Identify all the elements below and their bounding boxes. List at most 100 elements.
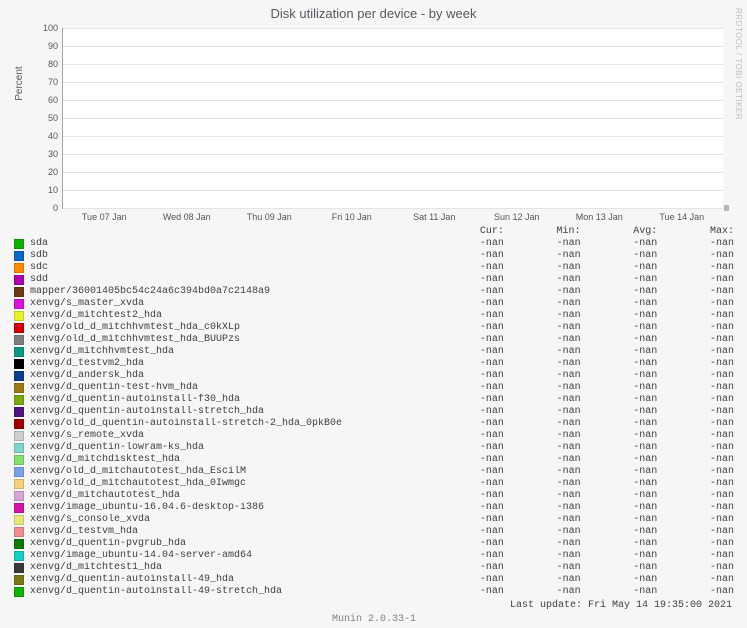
- legend-label: xenvg/d_quentin-test-hvm_hda: [30, 382, 427, 394]
- legend-cur: -nan: [427, 466, 504, 478]
- legend-row: xenvg/d_quentin-autoinstall-49_hda -nan-n…: [14, 574, 734, 586]
- legend-max: -nan: [657, 430, 734, 442]
- legend-label: xenvg/d_mitchtest2_hda: [30, 310, 427, 322]
- gridline: [63, 172, 723, 173]
- legend-min: -nan: [504, 550, 581, 562]
- legend-min: -nan: [504, 310, 581, 322]
- legend-min: -nan: [504, 346, 581, 358]
- legend-swatch: [14, 539, 24, 549]
- legend-avg: -nan: [581, 394, 658, 406]
- legend-cur: -nan: [427, 250, 504, 262]
- plot-area: 0102030405060708090100Tue 07 JanWed 08 J…: [62, 28, 722, 208]
- legend-avg: -nan: [581, 490, 658, 502]
- legend-cur: -nan: [427, 454, 504, 466]
- legend-cur: -nan: [427, 334, 504, 346]
- legend-avg: -nan: [581, 454, 658, 466]
- legend-avg: -nan: [581, 538, 658, 550]
- y-tick: 10: [48, 185, 58, 195]
- legend-avg: -nan: [581, 286, 658, 298]
- legend-avg: -nan: [581, 586, 658, 598]
- legend-label: xenvg/d_testvm_hda: [30, 526, 427, 538]
- legend-label: xenvg/s_console_xvda: [30, 514, 427, 526]
- legend-label: mapper/36001405bc54c24a6c394bd0a7c2148a9: [30, 286, 427, 298]
- legend-row: xenvg/s_master_xvda-nan-nan-nan-nan: [14, 298, 734, 310]
- legend-row: xenvg/d_andersk_hda-nan-nan-nan-nan: [14, 370, 734, 382]
- legend-min: -nan: [504, 334, 581, 346]
- legend-swatch: [14, 551, 24, 561]
- gridline: [63, 46, 723, 47]
- legend-cur: -nan: [427, 286, 504, 298]
- legend-swatch: [14, 527, 24, 537]
- legend-max: -nan: [657, 382, 734, 394]
- legend-cur: -nan: [427, 358, 504, 370]
- legend-label: xenvg/d_quentin-autoinstall-49-stretch_h…: [30, 586, 427, 598]
- legend-swatch: [14, 383, 24, 393]
- legend-min: -nan: [504, 262, 581, 274]
- legend-row: xenvg/d_mitchtest1_hda-nan-nan-nan-nan: [14, 562, 734, 574]
- legend-label: xenvg/old_d_quentin-autoinstall-stretch-…: [30, 418, 427, 430]
- x-tick: Sat 11 Jan: [413, 212, 455, 222]
- plot-caret: [724, 205, 729, 211]
- y-tick: 70: [48, 77, 58, 87]
- legend-row: xenvg/old_d_mitchhvmtest_hda_c0kXLp-nan-…: [14, 322, 734, 334]
- legend-min: -nan: [504, 478, 581, 490]
- legend-row: xenvg/old_d_mitchautotest_hda_EscilM-nan…: [14, 466, 734, 478]
- legend-max: -nan: [657, 478, 734, 490]
- legend-row: xenvg/s_console_xvda-nan-nan-nan-nan: [14, 514, 734, 526]
- legend-header: Cur: Min: Avg: Max:: [14, 226, 734, 238]
- legend-max: -nan: [657, 406, 734, 418]
- legend-avg: -nan: [581, 478, 658, 490]
- legend-cur: -nan: [427, 550, 504, 562]
- legend-swatch: [14, 335, 24, 345]
- legend-min: -nan: [504, 454, 581, 466]
- legend-cur: -nan: [427, 370, 504, 382]
- legend-avg: -nan: [581, 514, 658, 526]
- legend-cur: -nan: [427, 418, 504, 430]
- legend-swatch: [14, 395, 24, 405]
- y-tick: 30: [48, 149, 58, 159]
- legend-row: xenvg/old_d_mitchautotest_hda_0Iwmgc-nan…: [14, 478, 734, 490]
- legend-swatch: [14, 431, 24, 441]
- legend-avg: -nan: [581, 430, 658, 442]
- x-tick: Mon 13 Jan: [576, 212, 623, 222]
- legend-label: xenvg/d_quentin-autoinstall-49_hda: [30, 574, 427, 586]
- y-tick: 80: [48, 59, 58, 69]
- legend-label: xenvg/old_d_mitchautotest_hda_EscilM: [30, 466, 427, 478]
- legend-swatch: [14, 347, 24, 357]
- col-min: Min:: [504, 226, 581, 238]
- legend-row: xenvg/d_quentin-autoinstall-f30_hda-nan-…: [14, 394, 734, 406]
- legend-row: xenvg/d_quentin-lowram-ks_hda-nan-nan-na…: [14, 442, 734, 454]
- chart-title: Disk utilization per device - by week: [0, 0, 747, 25]
- legend-avg: -nan: [581, 562, 658, 574]
- col-cur: Cur:: [427, 226, 504, 238]
- legend-avg: -nan: [581, 574, 658, 586]
- legend-max: -nan: [657, 394, 734, 406]
- legend-min: -nan: [504, 298, 581, 310]
- legend-cur: -nan: [427, 526, 504, 538]
- legend-cur: -nan: [427, 274, 504, 286]
- legend-min: -nan: [504, 406, 581, 418]
- legend-label: xenvg/d_mitchhvmtest_hda: [30, 346, 427, 358]
- legend-row: sda-nan-nan-nan-nan: [14, 238, 734, 250]
- legend-avg: -nan: [581, 346, 658, 358]
- legend-label: sdb: [30, 250, 427, 262]
- y-axis-label: Percent: [14, 66, 25, 100]
- legend-swatch: [14, 299, 24, 309]
- y-tick: 100: [43, 23, 58, 33]
- legend-row: xenvg/d_quentin-autoinstall-stretch_hda-…: [14, 406, 734, 418]
- legend-row: xenvg/s_remote_xvda-nan-nan-nan-nan: [14, 430, 734, 442]
- gridline: [63, 190, 723, 191]
- legend-max: -nan: [657, 574, 734, 586]
- legend-label: xenvg/image_ubuntu-14.04-server-amd64: [30, 550, 427, 562]
- legend-label: sda: [30, 238, 427, 250]
- y-tick: 60: [48, 95, 58, 105]
- last-update: Last update: Fri May 14 19:35:00 2021: [14, 598, 734, 612]
- legend-label: sdd: [30, 274, 427, 286]
- legend-max: -nan: [657, 334, 734, 346]
- legend-swatch: [14, 359, 24, 369]
- legend-cur: -nan: [427, 586, 504, 598]
- x-tick: Tue 14 Jan: [659, 212, 704, 222]
- legend-max: -nan: [657, 514, 734, 526]
- legend-label: xenvg/d_mitchtest1_hda: [30, 562, 427, 574]
- legend-cur: -nan: [427, 322, 504, 334]
